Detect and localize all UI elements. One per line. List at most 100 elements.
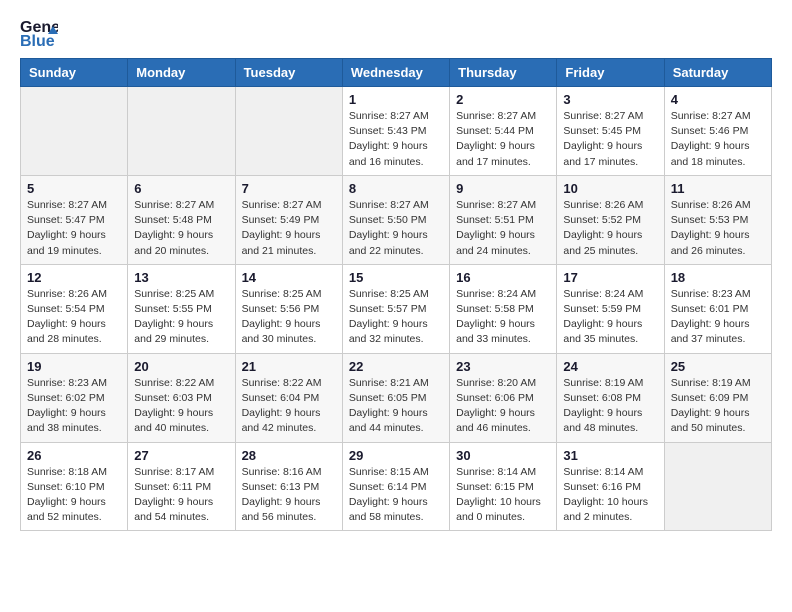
- day-info: Sunrise: 8:23 AM Sunset: 6:01 PM Dayligh…: [671, 287, 765, 348]
- logo: General Blue: [20, 16, 58, 48]
- calendar-week-row: 12Sunrise: 8:26 AM Sunset: 5:54 PM Dayli…: [21, 264, 772, 353]
- day-info: Sunrise: 8:19 AM Sunset: 6:09 PM Dayligh…: [671, 376, 765, 437]
- day-info: Sunrise: 8:27 AM Sunset: 5:45 PM Dayligh…: [563, 109, 657, 170]
- day-number: 17: [563, 270, 657, 285]
- calendar-body: 1Sunrise: 8:27 AM Sunset: 5:43 PM Daylig…: [21, 87, 772, 531]
- calendar-cell: 12Sunrise: 8:26 AM Sunset: 5:54 PM Dayli…: [21, 264, 128, 353]
- calendar-week-row: 5 Sunrise: 8:27 AM Sunset: 5:47 PM Daylig…: [21, 175, 772, 264]
- calendar-cell: 6 Sunrise: 8:27 AM Sunset: 5:48 PM Daylig…: [128, 175, 235, 264]
- calendar-cell: 26 Sunrise: 8:18 AM Sunset: 6:10 PM Dayli…: [21, 442, 128, 531]
- calendar-cell: 20 Sunrise: 8:22 AM Sunset: 6:03 PM Dayli…: [128, 353, 235, 442]
- calendar-cell: 31 Sunrise: 8:14 AM Sunset: 6:16 PM Dayli…: [557, 442, 664, 531]
- day-info: Sunrise: 8:27 AM Sunset: 5:44 PM Dayligh…: [456, 109, 550, 170]
- calendar-cell: 21 Sunrise: 8:22 AM Sunset: 6:04 PM Dayli…: [235, 353, 342, 442]
- calendar-cell: 15 Sunrise: 8:25 AM Sunset: 5:57 PM Dayli…: [342, 264, 449, 353]
- day-number: 31: [563, 448, 657, 463]
- day-info: Sunrise: 8:18 AM Sunset: 6:10 PM Dayligh…: [27, 465, 121, 526]
- day-number: 24: [563, 359, 657, 374]
- day-number: 19: [27, 359, 121, 374]
- day-info: Sunrise: 8:25 AM Sunset: 5:55 PM Dayligh…: [134, 287, 228, 348]
- day-number: 20: [134, 359, 228, 374]
- day-info: Sunrise: 8:17 AM Sunset: 6:11 PM Dayligh…: [134, 465, 228, 526]
- day-info: Sunrise: 8:24 AM Sunset: 5:58 PM Dayligh…: [456, 287, 550, 348]
- calendar-cell: [235, 87, 342, 176]
- page-header: General Blue: [20, 16, 772, 48]
- day-number: 13: [134, 270, 228, 285]
- day-info: Sunrise: 8:16 AM Sunset: 6:13 PM Dayligh…: [242, 465, 336, 526]
- calendar-cell: 3 Sunrise: 8:27 AM Sunset: 5:45 PM Daylig…: [557, 87, 664, 176]
- calendar-cell: 2 Sunrise: 8:27 AM Sunset: 5:44 PM Daylig…: [450, 87, 557, 176]
- calendar-cell: 29 Sunrise: 8:15 AM Sunset: 6:14 PM Dayli…: [342, 442, 449, 531]
- day-of-week-header: Saturday: [664, 59, 771, 87]
- day-info: Sunrise: 8:21 AM Sunset: 6:05 PM Dayligh…: [349, 376, 443, 437]
- day-of-week-header: Thursday: [450, 59, 557, 87]
- calendar-cell: 13 Sunrise: 8:25 AM Sunset: 5:55 PM Dayli…: [128, 264, 235, 353]
- day-number: 14: [242, 270, 336, 285]
- calendar-cell: 22Sunrise: 8:21 AM Sunset: 6:05 PM Dayli…: [342, 353, 449, 442]
- day-info: Sunrise: 8:15 AM Sunset: 6:14 PM Dayligh…: [349, 465, 443, 526]
- day-number: 29: [349, 448, 443, 463]
- calendar-cell: 25 Sunrise: 8:19 AM Sunset: 6:09 PM Dayli…: [664, 353, 771, 442]
- calendar-week-row: 26 Sunrise: 8:18 AM Sunset: 6:10 PM Dayli…: [21, 442, 772, 531]
- day-number: 5: [27, 181, 121, 196]
- calendar-cell: 1Sunrise: 8:27 AM Sunset: 5:43 PM Daylig…: [342, 87, 449, 176]
- day-info: Sunrise: 8:22 AM Sunset: 6:04 PM Dayligh…: [242, 376, 336, 437]
- calendar-cell: 19 Sunrise: 8:23 AM Sunset: 6:02 PM Dayli…: [21, 353, 128, 442]
- day-info: Sunrise: 8:23 AM Sunset: 6:02 PM Dayligh…: [27, 376, 121, 437]
- calendar-cell: 5 Sunrise: 8:27 AM Sunset: 5:47 PM Daylig…: [21, 175, 128, 264]
- day-info: Sunrise: 8:26 AM Sunset: 5:52 PM Dayligh…: [563, 198, 657, 259]
- day-of-week-header: Friday: [557, 59, 664, 87]
- day-number: 3: [563, 92, 657, 107]
- day-number: 10: [563, 181, 657, 196]
- day-info: Sunrise: 8:26 AM Sunset: 5:53 PM Dayligh…: [671, 198, 765, 259]
- day-info: Sunrise: 8:27 AM Sunset: 5:48 PM Dayligh…: [134, 198, 228, 259]
- calendar-cell: [664, 442, 771, 531]
- calendar-week-row: 19 Sunrise: 8:23 AM Sunset: 6:02 PM Dayli…: [21, 353, 772, 442]
- day-number: 16: [456, 270, 550, 285]
- day-info: Sunrise: 8:27 AM Sunset: 5:47 PM Dayligh…: [27, 198, 121, 259]
- day-number: 6: [134, 181, 228, 196]
- day-number: 26: [27, 448, 121, 463]
- day-info: Sunrise: 8:24 AM Sunset: 5:59 PM Dayligh…: [563, 287, 657, 348]
- day-number: 8: [349, 181, 443, 196]
- day-number: 28: [242, 448, 336, 463]
- day-info: Sunrise: 8:27 AM Sunset: 5:49 PM Dayligh…: [242, 198, 336, 259]
- calendar-cell: 9Sunrise: 8:27 AM Sunset: 5:51 PM Daylig…: [450, 175, 557, 264]
- calendar-cell: 7 Sunrise: 8:27 AM Sunset: 5:49 PM Daylig…: [235, 175, 342, 264]
- calendar-cell: 27 Sunrise: 8:17 AM Sunset: 6:11 PM Dayli…: [128, 442, 235, 531]
- calendar-cell: 23 Sunrise: 8:20 AM Sunset: 6:06 PM Dayli…: [450, 353, 557, 442]
- day-number: 25: [671, 359, 765, 374]
- day-info: Sunrise: 8:25 AM Sunset: 5:57 PM Dayligh…: [349, 287, 443, 348]
- day-number: 15: [349, 270, 443, 285]
- calendar-cell: 30Sunrise: 8:14 AM Sunset: 6:15 PM Dayli…: [450, 442, 557, 531]
- day-info: Sunrise: 8:19 AM Sunset: 6:08 PM Dayligh…: [563, 376, 657, 437]
- calendar-cell: 11 Sunrise: 8:26 AM Sunset: 5:53 PM Dayli…: [664, 175, 771, 264]
- day-info: Sunrise: 8:27 AM Sunset: 5:46 PM Dayligh…: [671, 109, 765, 170]
- day-info: Sunrise: 8:14 AM Sunset: 6:15 PM Dayligh…: [456, 465, 550, 526]
- day-of-week-header: Tuesday: [235, 59, 342, 87]
- day-info: Sunrise: 8:22 AM Sunset: 6:03 PM Dayligh…: [134, 376, 228, 437]
- day-of-week-header: Wednesday: [342, 59, 449, 87]
- day-number: 21: [242, 359, 336, 374]
- day-number: 18: [671, 270, 765, 285]
- day-number: 2: [456, 92, 550, 107]
- day-info: Sunrise: 8:25 AM Sunset: 5:56 PM Dayligh…: [242, 287, 336, 348]
- calendar-cell: 16 Sunrise: 8:24 AM Sunset: 5:58 PM Dayli…: [450, 264, 557, 353]
- day-number: 12: [27, 270, 121, 285]
- day-number: 7: [242, 181, 336, 196]
- day-of-week-header: Sunday: [21, 59, 128, 87]
- day-number: 4: [671, 92, 765, 107]
- calendar-cell: 18 Sunrise: 8:23 AM Sunset: 6:01 PM Dayli…: [664, 264, 771, 353]
- day-info: Sunrise: 8:14 AM Sunset: 6:16 PM Dayligh…: [563, 465, 657, 526]
- calendar-cell: 8Sunrise: 8:27 AM Sunset: 5:50 PM Daylig…: [342, 175, 449, 264]
- day-info: Sunrise: 8:20 AM Sunset: 6:06 PM Dayligh…: [456, 376, 550, 437]
- calendar-cell: [21, 87, 128, 176]
- day-info: Sunrise: 8:27 AM Sunset: 5:43 PM Dayligh…: [349, 109, 443, 170]
- day-number: 23: [456, 359, 550, 374]
- calendar-cell: 10 Sunrise: 8:26 AM Sunset: 5:52 PM Dayli…: [557, 175, 664, 264]
- calendar-cell: [128, 87, 235, 176]
- logo-icon: General Blue: [20, 16, 58, 48]
- day-number: 27: [134, 448, 228, 463]
- svg-text:Blue: Blue: [20, 33, 55, 48]
- day-number: 11: [671, 181, 765, 196]
